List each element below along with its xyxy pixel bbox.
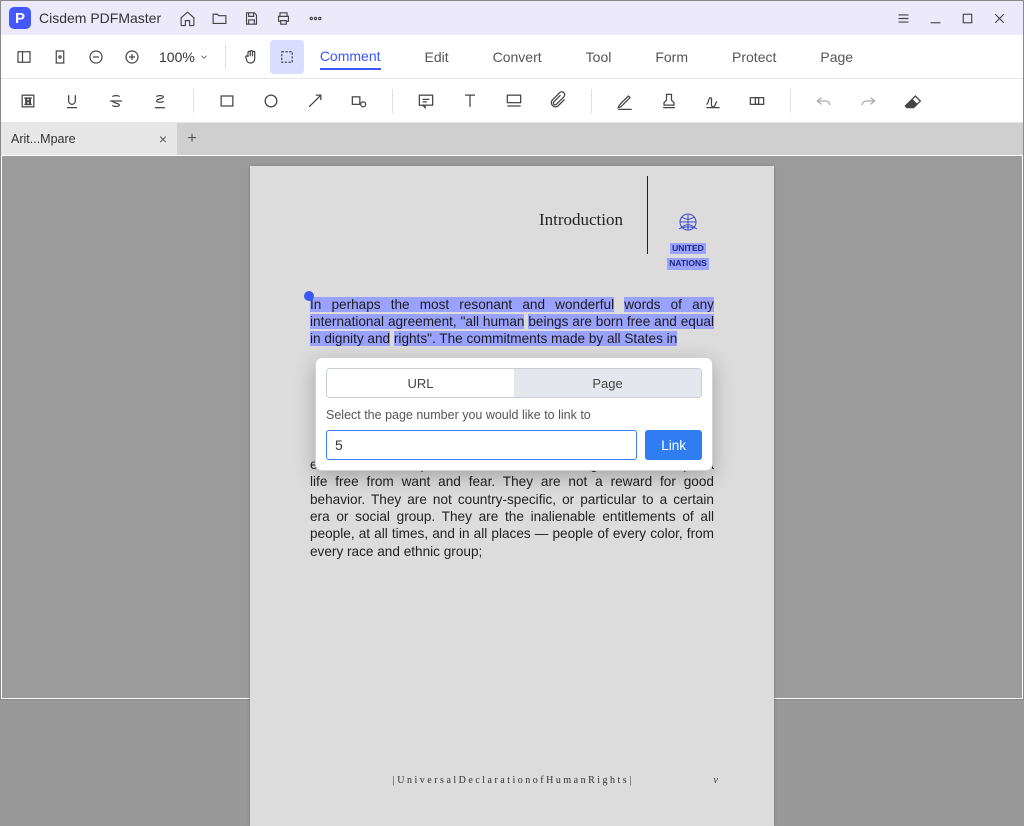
link-tab-url[interactable]: URL xyxy=(327,369,514,397)
highlighted-text: In perhaps the most resonant and wonderf… xyxy=(310,297,614,312)
un-label-1: UNITED xyxy=(670,243,706,254)
arrow-icon[interactable] xyxy=(298,85,332,117)
titlebar: P Cisdem PDFMaster xyxy=(1,1,1023,35)
link-icon[interactable] xyxy=(740,85,774,117)
page-heading: Introduction xyxy=(539,210,633,230)
close-window-icon[interactable] xyxy=(983,3,1015,33)
un-emblem-icon xyxy=(662,210,714,239)
page-footer: | U n i v e r s a l D e c l a r a t i o … xyxy=(250,775,774,786)
rectangle-icon[interactable] xyxy=(210,85,244,117)
tab-convert[interactable]: Convert xyxy=(493,45,542,69)
annotation-toolbar: H xyxy=(1,79,1023,123)
svg-text:H: H xyxy=(25,96,32,106)
link-button[interactable]: Link xyxy=(645,430,702,460)
tab-tool[interactable]: Tool xyxy=(586,45,612,69)
divider xyxy=(225,45,226,69)
tab-page[interactable]: Page xyxy=(820,45,853,69)
undo-icon[interactable] xyxy=(807,85,841,117)
zoom-level[interactable]: 100% xyxy=(151,49,217,65)
sidebar-toggle-icon[interactable] xyxy=(7,40,41,74)
document-tab-label: Arit...Mpare xyxy=(11,132,76,146)
attachment-icon[interactable] xyxy=(541,85,575,117)
open-folder-icon[interactable] xyxy=(203,3,235,33)
hand-tool-icon[interactable] xyxy=(234,40,268,74)
zoom-out-icon[interactable] xyxy=(79,40,113,74)
squiggly-icon[interactable] xyxy=(143,85,177,117)
circle-icon[interactable] xyxy=(254,85,288,117)
tab-comment[interactable]: Comment xyxy=(320,44,381,70)
pen-icon[interactable] xyxy=(608,85,642,117)
tab-edit[interactable]: Edit xyxy=(425,45,449,69)
select-tool-icon[interactable] xyxy=(270,40,304,74)
save-icon[interactable] xyxy=(235,3,267,33)
selection-handle[interactable] xyxy=(304,291,314,301)
un-logo-block: UNITED NATIONS xyxy=(662,210,714,270)
highlighted-text: rights". The commitments made by all Sta… xyxy=(394,331,677,346)
popover-label: Select the page number you would like to… xyxy=(326,408,702,422)
zoom-in-icon[interactable] xyxy=(115,40,149,74)
eraser-icon[interactable] xyxy=(895,85,929,117)
redo-icon[interactable] xyxy=(851,85,885,117)
strikethrough-icon[interactable] xyxy=(99,85,133,117)
page-number: v xyxy=(714,775,718,786)
page-number-input[interactable] xyxy=(326,430,637,460)
body-text: economic, social, political, cultural an… xyxy=(310,457,714,559)
link-type-segment: URL Page xyxy=(326,368,702,398)
text-icon[interactable] xyxy=(453,85,487,117)
divider xyxy=(193,89,194,113)
connected-shape-icon[interactable] xyxy=(342,85,376,117)
tab-protect[interactable]: Protect xyxy=(732,45,776,69)
link-popover: URL Page Select the page number you woul… xyxy=(315,357,713,471)
divider xyxy=(591,89,592,113)
close-tab-icon[interactable]: × xyxy=(159,131,167,147)
note-icon[interactable] xyxy=(409,85,443,117)
document-tab[interactable]: Arit...Mpare × xyxy=(1,123,177,155)
zoom-value: 100% xyxy=(159,49,195,65)
underline-icon[interactable] xyxy=(55,85,89,117)
app-title: Cisdem PDFMaster xyxy=(39,10,161,26)
add-tab-button[interactable]: + xyxy=(177,130,207,148)
print-icon[interactable] xyxy=(267,3,299,33)
pdf-page: Introduction UNITED NATIONS In perhaps t… xyxy=(250,166,774,826)
more-icon[interactable] xyxy=(299,3,331,33)
document-tabstrip: Arit...Mpare × + xyxy=(1,123,1023,155)
vertical-divider xyxy=(647,176,648,254)
maximize-icon[interactable] xyxy=(951,3,983,33)
un-label-2: NATIONS xyxy=(667,258,709,269)
app-logo: P xyxy=(9,7,31,29)
highlight-icon[interactable]: H xyxy=(11,85,45,117)
footer-text: | U n i v e r s a l D e c l a r a t i o … xyxy=(393,775,631,786)
home-icon[interactable] xyxy=(171,3,203,33)
divider xyxy=(392,89,393,113)
minimize-icon[interactable] xyxy=(919,3,951,33)
tab-form[interactable]: Form xyxy=(655,45,688,69)
stamp-icon[interactable] xyxy=(652,85,686,117)
signature-icon[interactable] xyxy=(696,85,730,117)
hamburger-menu-icon[interactable] xyxy=(887,3,919,33)
callout-icon[interactable] xyxy=(497,85,531,117)
single-page-icon[interactable] xyxy=(43,40,77,74)
divider xyxy=(790,89,791,113)
main-toolbar: 100% Comment Edit Convert Tool Form Prot… xyxy=(1,35,1023,79)
link-tab-page[interactable]: Page xyxy=(514,369,701,397)
